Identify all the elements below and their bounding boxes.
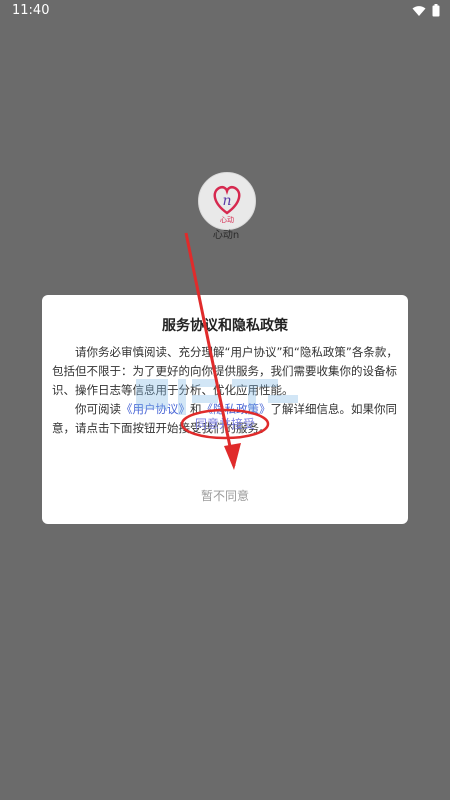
- dialog-title: 服务协议和隐私政策: [162, 318, 288, 334]
- para2-and: 和: [190, 402, 202, 416]
- dialog-paragraph-1: 请你务必审慎阅读、充分理解“用户协议”和“隐私政策”各条款，包括但不限于：为了更…: [52, 345, 398, 397]
- status-icons: [412, 4, 440, 17]
- agreement-dialog: 服务协议和隐私政策 请你务必审慎阅读、充分理解“用户协议”和“隐私政策”各条款，…: [42, 295, 408, 524]
- wifi-icon: [412, 5, 426, 16]
- status-bar: 11:40: [0, 0, 450, 22]
- privacy-policy-link[interactable]: 《隐私政策》: [202, 402, 271, 416]
- agree-button[interactable]: 同意并接受: [42, 415, 408, 432]
- svg-text:n: n: [222, 193, 231, 209]
- para2-prefix: 你可阅读: [75, 402, 121, 416]
- heart-logo-icon: n 心动: [213, 185, 241, 224]
- app-name: 心动n: [212, 230, 240, 241]
- user-agreement-link[interactable]: 《用户协议》: [121, 402, 190, 416]
- battery-icon: [432, 4, 440, 17]
- app-logo: n 心动: [198, 172, 256, 230]
- status-time: 11:40: [12, 3, 50, 18]
- logo-text: 心动: [220, 215, 234, 224]
- disagree-button[interactable]: 暂不同意: [42, 487, 408, 504]
